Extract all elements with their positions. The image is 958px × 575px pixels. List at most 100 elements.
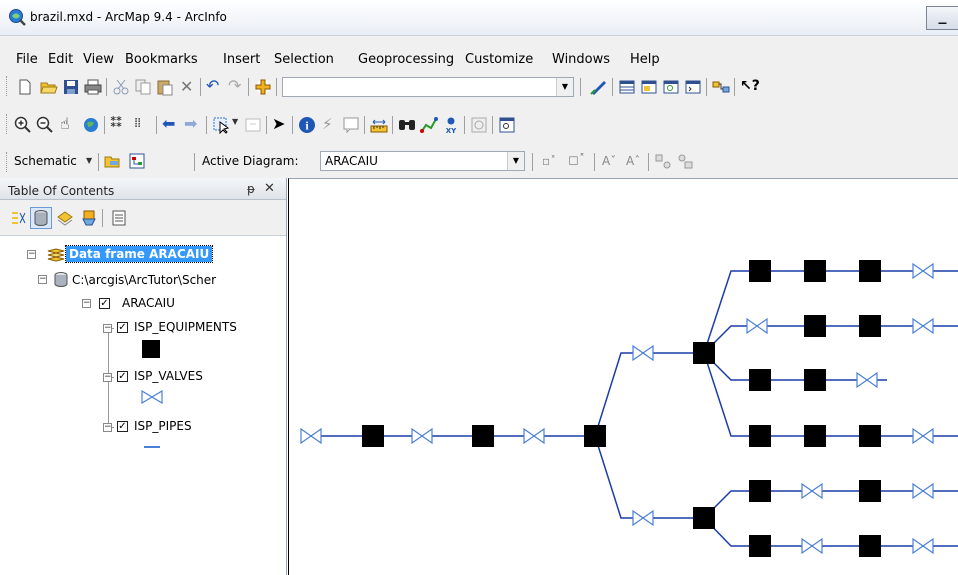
editor-icon[interactable] [590,78,608,96]
schematic-diagram-view[interactable] [288,178,958,575]
chevron-down-icon[interactable]: ▼ [232,117,238,126]
valve-node[interactable] [632,344,654,362]
options-icon[interactable] [110,209,128,227]
find-route-icon[interactable] [420,116,438,134]
map-scale-combo[interactable]: ▼ [282,77,574,97]
list-by-selection-icon[interactable] [80,209,98,227]
identify-icon[interactable]: i [298,116,316,134]
layer-label-valves[interactable]: ISP_VALVES [134,369,203,383]
model-builder-icon[interactable] [712,78,730,96]
layer-visibility-checkbox[interactable]: ✓ [117,371,128,382]
open-diagram-icon[interactable] [104,152,122,170]
valve-node[interactable] [912,317,934,335]
select-elements-icon[interactable]: ➤ [272,114,285,134]
fixed-zoom-out-icon[interactable]: ⁞⁞ [134,115,141,133]
pan-icon[interactable]: ☝ [60,114,70,134]
chevron-down-icon[interactable]: ▼ [86,156,92,165]
catalog-icon[interactable] [640,78,658,96]
valve-node[interactable] [856,371,878,389]
menu-edit[interactable]: Edit [48,52,73,67]
python-icon[interactable] [684,78,702,96]
equipment-node[interactable] [859,315,881,337]
collapse-toggle[interactable]: − [38,275,47,284]
valve-node[interactable] [912,482,934,500]
valve-node[interactable] [632,509,654,527]
valve-node[interactable] [912,427,934,445]
equipment-node[interactable] [804,425,826,447]
schematic-diagram[interactable] [289,179,958,575]
fixed-zoom-in-icon[interactable]: ⁑⁑ [110,115,123,133]
valve-node[interactable] [523,427,545,445]
collapse-toggle[interactable]: − [82,299,91,308]
equipment-node[interactable] [749,480,771,502]
equipment-node[interactable] [584,425,606,447]
collapse-toggle[interactable]: − [103,324,112,333]
expand-icon[interactable]: ▫˟ [542,152,556,170]
print-icon[interactable] [84,78,102,96]
full-extent-icon[interactable] [82,116,100,134]
schematic-menu-button[interactable]: Schematic [14,154,77,168]
update-icon[interactable] [676,152,694,170]
whats-this-icon[interactable]: ↖? [740,76,760,96]
list-by-drawing-order-icon[interactable] [10,209,28,227]
toolbar-grip[interactable] [6,152,9,172]
propagate-icon[interactable] [654,152,672,170]
cut-icon[interactable] [112,78,130,96]
equipment-node[interactable] [362,425,384,447]
save-icon[interactable] [62,78,80,96]
menu-windows[interactable]: Windows [552,52,610,67]
menu-insert[interactable]: Insert [223,52,260,67]
menu-view[interactable]: View [83,52,114,67]
equipment-node[interactable] [859,260,881,282]
equipment-node[interactable] [804,260,826,282]
label-down-icon[interactable]: Aˆ [626,152,640,170]
undo-icon[interactable]: ↶ [206,76,224,96]
clear-selection-icon[interactable] [244,116,262,134]
equipment-node[interactable] [859,425,881,447]
add-data-icon[interactable] [254,78,272,96]
back-icon[interactable]: ⬅ [162,114,175,134]
select-features-icon[interactable] [212,116,230,134]
delete-icon[interactable]: ✕ [180,78,196,96]
valve-node[interactable] [912,537,934,555]
layer-visibility-checkbox[interactable]: ✓ [117,322,128,333]
valve-node[interactable] [746,317,768,335]
equipment-node[interactable] [472,425,494,447]
valve-node[interactable] [801,482,823,500]
equipment-node[interactable] [693,507,715,529]
pin-icon[interactable]: ᵽ [247,182,255,196]
valve-node[interactable] [801,537,823,555]
menu-geoprocessing[interactable]: Geoprocessing [358,52,454,67]
collapse-toggle[interactable]: − [27,250,36,259]
zoom-out-icon[interactable] [36,116,54,134]
menu-bookmarks[interactable]: Bookmarks [125,52,198,67]
find-icon[interactable] [398,116,416,134]
menu-selection[interactable]: Selection [274,52,334,67]
workspace-label[interactable]: C:\arcgis\ArcTutor\Scher [72,273,216,287]
equipment-node[interactable] [693,342,715,364]
measure-icon[interactable] [370,116,388,134]
redo-icon[interactable]: ↷ [228,76,246,96]
data-frame-label[interactable]: Data frame ARACAIU [64,245,214,263]
list-by-source-button[interactable] [30,207,52,229]
menu-help[interactable]: Help [630,52,660,67]
layer-label-pipes[interactable]: ISP_PIPES [134,419,192,433]
equipment-node[interactable] [749,535,771,557]
new-icon[interactable] [16,78,34,96]
menu-file[interactable]: File [16,52,38,67]
table-window-icon[interactable] [618,78,636,96]
copy-icon[interactable] [134,78,152,96]
layer-label-equipments[interactable]: ISP_EQUIPMENTS [134,320,237,334]
active-diagram-combo[interactable]: ARACAIU ▼ [320,151,525,171]
create-viewer-icon[interactable] [498,116,516,134]
equipment-node[interactable] [804,369,826,391]
list-by-visibility-icon[interactable] [56,209,74,227]
html-popup-icon[interactable] [342,116,360,134]
goto-xy-icon[interactable]: XY [442,116,460,134]
collapse-toggle[interactable]: − [103,373,112,382]
toolbar-grip[interactable] [6,114,9,134]
collapse-toggle[interactable]: − [103,423,112,432]
paste-icon[interactable] [156,78,174,96]
dataset-label[interactable]: ARACAIU [122,296,175,310]
time-slider-icon[interactable] [470,116,488,134]
